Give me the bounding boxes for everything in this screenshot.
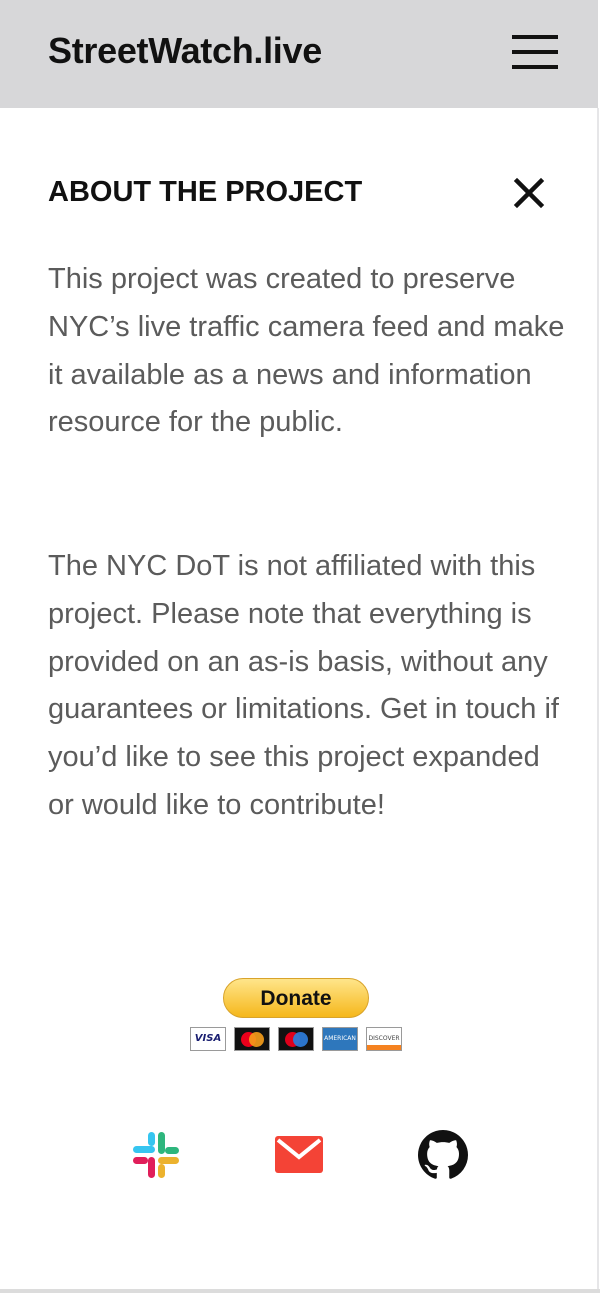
donate-section: Donate VISA AMERICAN EXPRESS DISCOVER bbox=[190, 978, 410, 1058]
site-header: StreetWatch.live bbox=[0, 0, 598, 108]
about-paragraph-1: This project was created to preserve NYC… bbox=[48, 263, 565, 439]
donate-button[interactable]: Donate bbox=[223, 978, 369, 1018]
maestro-card-icon bbox=[278, 1027, 314, 1051]
close-icon[interactable] bbox=[510, 174, 548, 212]
discover-card-icon: DISCOVER bbox=[366, 1027, 402, 1051]
mastercard-icon bbox=[234, 1027, 270, 1051]
hamburger-menu-icon[interactable] bbox=[510, 33, 560, 71]
mail-icon[interactable] bbox=[274, 1130, 324, 1180]
about-paragraph-2: The NYC DoT is not affiliated with this … bbox=[48, 550, 559, 821]
payment-cards: VISA AMERICAN EXPRESS DISCOVER bbox=[190, 1027, 402, 1053]
github-icon[interactable] bbox=[418, 1130, 468, 1180]
about-title: ABOUT THE PROJECT bbox=[48, 176, 363, 208]
amex-card-icon: AMERICAN EXPRESS bbox=[322, 1027, 358, 1051]
slack-icon[interactable] bbox=[131, 1130, 181, 1180]
visa-card-icon: VISA bbox=[190, 1027, 226, 1051]
page-border bbox=[597, 108, 599, 1293]
bottom-scrollbar bbox=[0, 1289, 600, 1293]
site-title[interactable]: StreetWatch.live bbox=[48, 30, 322, 72]
